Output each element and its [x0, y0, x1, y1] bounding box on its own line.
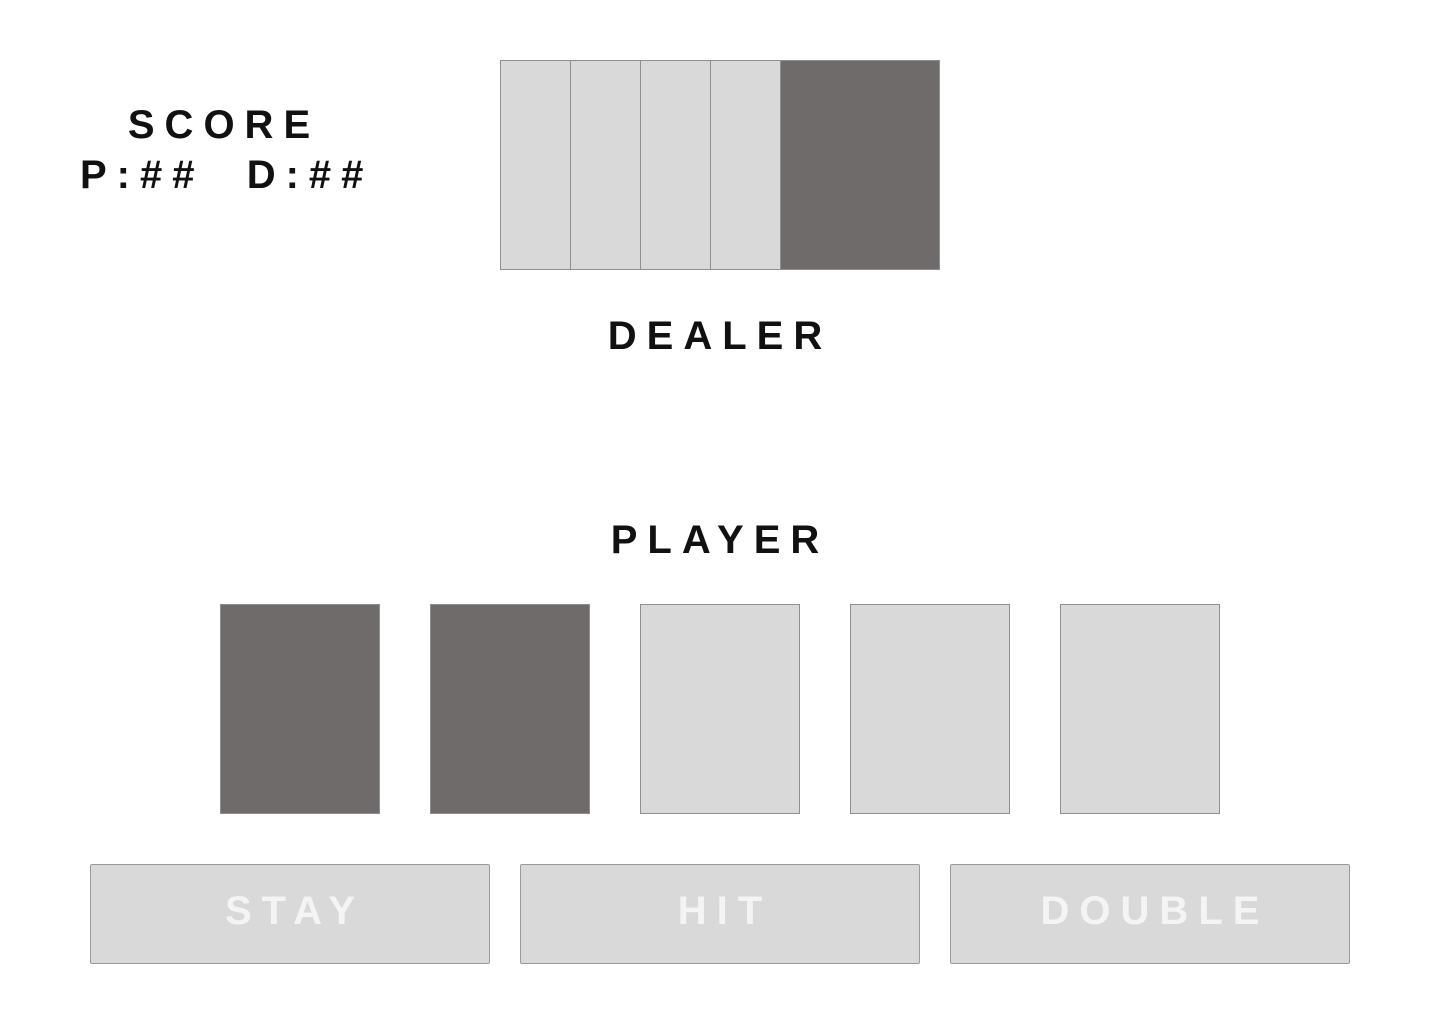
player-card [430, 604, 590, 814]
action-bar: STAY HIT DOUBLE [90, 864, 1350, 964]
score-values: P:## D:## [80, 153, 374, 197]
hit-button[interactable]: HIT [520, 864, 920, 964]
stay-button[interactable]: STAY [90, 864, 490, 964]
player-label: PLAYER [610, 518, 830, 562]
player-card [1060, 604, 1220, 814]
score-panel: SCORE P:## D:## [80, 100, 374, 200]
dealer-card [780, 60, 940, 270]
score-title: SCORE [127, 103, 321, 147]
player-card [220, 604, 380, 814]
player-hand [220, 604, 1220, 814]
player-card [640, 604, 800, 814]
dealer-label: DEALER [607, 314, 833, 358]
double-button[interactable]: DOUBLE [950, 864, 1350, 964]
dealer-hand [500, 60, 940, 270]
player-card [850, 604, 1010, 814]
